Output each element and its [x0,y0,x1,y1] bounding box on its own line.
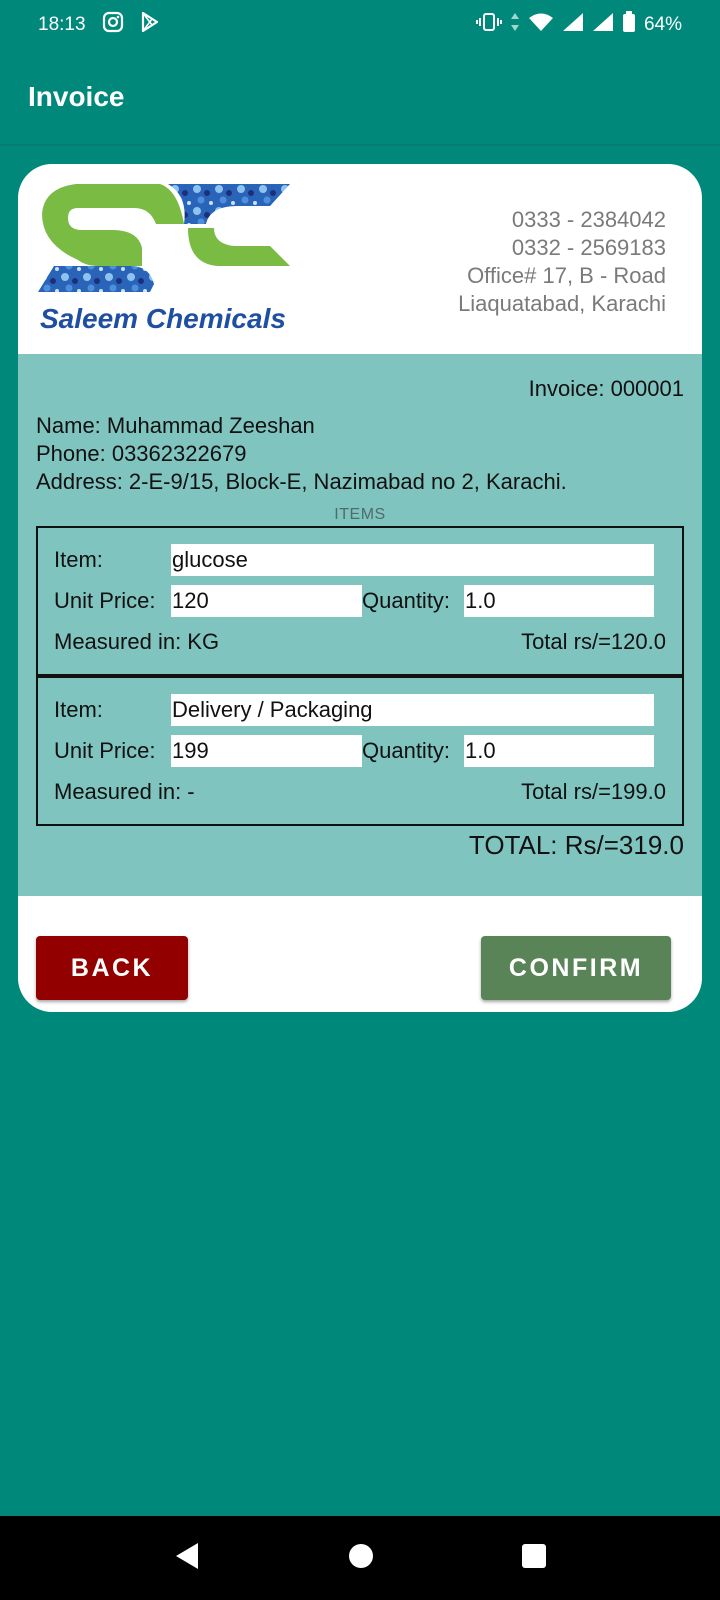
signal-no-data-icon [592,12,614,38]
unit-price-label: Unit Price: [54,588,156,613]
grand-total: TOTAL: Rs/=319.0 [468,830,684,860]
customer-info: Name: Muhammad Zeeshan Phone: 0336232267… [36,412,567,496]
quantity-label: Quantity: [362,588,451,613]
battery-icon [622,11,636,39]
customer-name: Name: Muhammad Zeeshan [36,413,315,438]
items-heading: ITEMS [334,506,386,523]
logo-text: Saleem Chemicals [40,303,286,334]
unit-price-label: Unit Price: [54,738,156,763]
company-address-2: Liaquatabad, Karachi [458,291,666,316]
company-address-1: Office# 17, B - Road [467,263,666,288]
item-name-field[interactable]: glucose [171,544,654,576]
customer-address: Address: 2-E-9/15, Block-E, Nazimabad no… [36,469,567,494]
app-bar: Invoice [0,50,720,146]
item-name-field[interactable]: Delivery / Packaging [171,694,654,726]
invoice-card: Saleem Chemicals 0333 - 2384042 0332 - 2… [18,164,702,1012]
instagram-icon [102,11,124,39]
item-label: Item: [54,547,103,572]
item-total-text: Total rs/=199.0 [521,779,666,804]
customer-phone: Phone: 03362322679 [36,441,247,466]
battery-percent: 64% [643,14,682,35]
page-title: Invoice [28,81,125,112]
back-triangle-icon[interactable] [172,1541,202,1576]
invoice-number: Invoice: 000001 [528,376,684,401]
data-arrows-icon [510,12,520,38]
action-footer: BACK CONFIRM [18,896,702,1012]
signal-icon [562,12,584,38]
company-phone-1: 0333 - 2384042 [511,207,666,232]
list-item: Item: glucose Unit Price: 120 Quantity: … [36,526,684,676]
vibrate-icon [475,11,502,39]
invoice-details-panel: Invoice: 000001 Name: Muhammad Zeeshan P… [18,354,702,896]
measured-in-text: Measured in: KG [54,629,220,654]
company-phone-2: 0332 - 2569183 [511,235,666,260]
company-contact: 0333 - 2384042 0332 - 2569183 Office# 17… [458,206,666,318]
status-bar: 18:13 64% [0,0,720,50]
list-item: Item: Delivery / Packaging Unit Price: 1… [36,676,684,826]
quantity-field[interactable]: 1.0 [464,585,654,617]
home-circle-icon[interactable] [347,1542,375,1575]
company-logo: Saleem Chemicals [38,184,300,334]
item-label: Item: [54,697,103,722]
unit-price-field[interactable]: 199 [171,735,362,767]
system-nav-bar [0,1516,720,1600]
item-total-text: Total rs/=120.0 [521,629,666,654]
invoice-header: Saleem Chemicals 0333 - 2384042 0332 - 2… [18,164,702,354]
wifi-icon [528,12,554,38]
play-store-icon [140,11,160,39]
quantity-field[interactable]: 1.0 [464,735,654,767]
status-time: 18:13 [38,14,86,35]
back-button[interactable]: BACK [36,936,188,1000]
confirm-button[interactable]: CONFIRM [481,936,671,1000]
recents-square-icon[interactable] [520,1542,548,1575]
measured-in-text: Measured in: - [54,779,195,804]
unit-price-field[interactable]: 120 [171,585,362,617]
quantity-label: Quantity: [362,738,451,763]
